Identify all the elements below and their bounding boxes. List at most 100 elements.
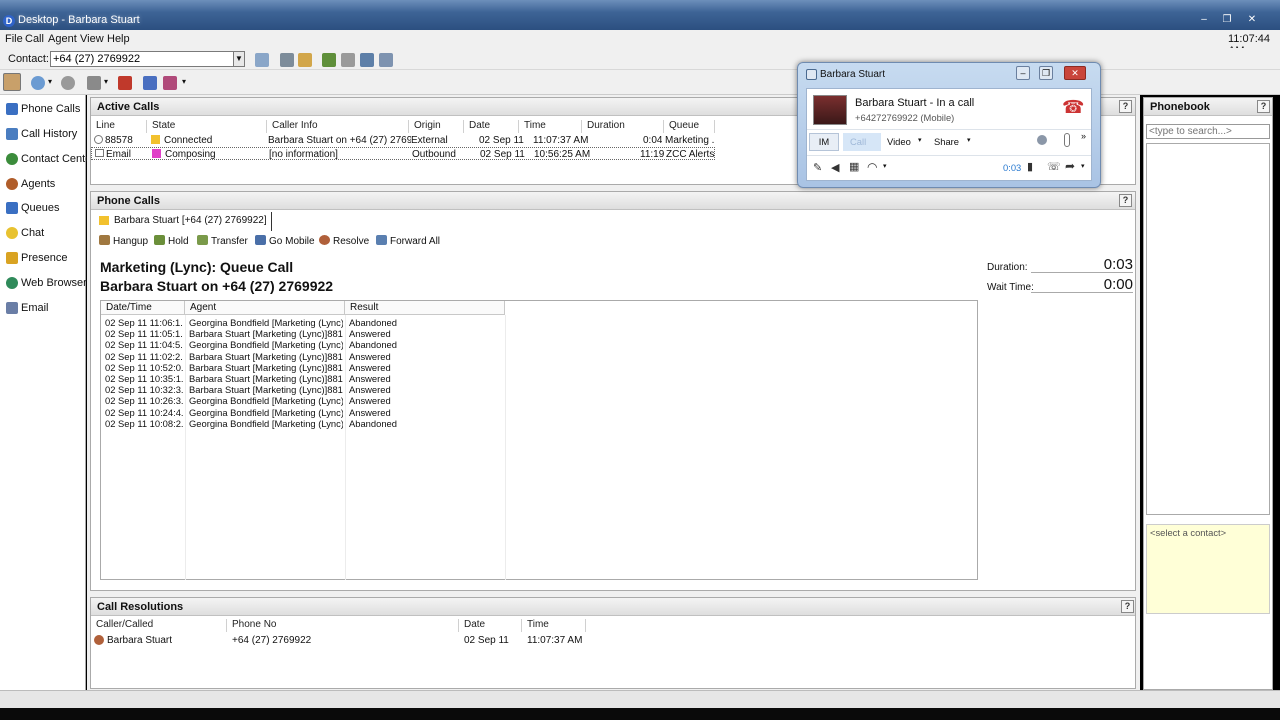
wrapup-icon[interactable] <box>61 76 75 90</box>
sidebar-item-call-history[interactable]: Call History <box>6 126 84 144</box>
contact-options-icon[interactable] <box>1037 135 1047 145</box>
column-header[interactable]: Origin <box>409 120 464 133</box>
table-row[interactable]: 02 Sep 11 11:02:2... Barbara Stuart [Mark… <box>101 351 977 362</box>
column-header[interactable]: Date <box>459 619 522 632</box>
filter-icon[interactable] <box>143 76 157 90</box>
column-header[interactable]: Result <box>345 301 505 315</box>
sidebar-item-web-browser[interactable]: Web Browser <box>6 275 87 293</box>
dial-edit-icon[interactable] <box>298 53 312 67</box>
settings-icon[interactable] <box>379 53 393 67</box>
contact-input[interactable] <box>50 51 234 67</box>
more-options-button[interactable]: » <box>1081 131 1086 141</box>
end-call-icon[interactable]: ☎ <box>1062 97 1084 118</box>
sidebar-item-presence[interactable]: Presence <box>6 250 84 268</box>
sidebar-item-queues[interactable]: Queues <box>6 200 84 218</box>
phonebook-icon[interactable] <box>255 53 269 67</box>
share-dropdown-icon[interactable]: ▾ <box>967 136 971 144</box>
status-dropdown-icon[interactable]: ▾ <box>48 77 52 86</box>
lync-tab-call[interactable]: Call <box>843 133 881 151</box>
column-header[interactable]: Queue <box>664 120 715 133</box>
phonebook-list[interactable] <box>1146 143 1270 515</box>
transfer-call-icon[interactable]: ➦ <box>1065 159 1075 173</box>
pause-icon[interactable] <box>87 76 101 90</box>
transfer-dropdown-icon[interactable]: ▾ <box>1081 162 1085 170</box>
minimize-button[interactable]: – <box>1196 13 1212 26</box>
device-dropdown-icon[interactable]: ▾ <box>883 162 887 170</box>
column-header[interactable]: State <box>147 120 267 133</box>
menu-view[interactable]: View <box>80 33 104 45</box>
video-dropdown-icon[interactable]: ▾ <box>918 136 922 144</box>
forward-all-button[interactable]: Forward All <box>376 235 440 247</box>
attach-icon[interactable] <box>1064 133 1070 147</box>
lync-tab-video[interactable]: Video <box>887 136 911 147</box>
menu-help[interactable]: Help <box>107 33 130 45</box>
chevron-down-icon[interactable]: ▼ <box>233 51 245 67</box>
table-row[interactable]: Barbara Stuart +64 (27) 2769922 02 Sep 1… <box>91 633 691 647</box>
sidebar-item-chat[interactable]: Chat <box>6 225 84 243</box>
lync-tab-share[interactable]: Share <box>934 136 959 147</box>
speaker-icon[interactable]: ◀ <box>831 161 839 174</box>
queue-login-icon[interactable] <box>163 76 177 90</box>
help-button[interactable]: ? <box>1121 600 1134 613</box>
close-button[interactable]: ✕ <box>1244 13 1260 26</box>
go-mobile-button[interactable]: Go Mobile <box>255 235 315 247</box>
column-header[interactable]: Duration <box>582 120 664 133</box>
table-row[interactable]: 02 Sep 11 10:24:4... Georgina Bondfield [… <box>101 407 977 418</box>
column-header[interactable]: Time <box>519 120 582 133</box>
sidebar-item-email[interactable]: Email <box>6 300 84 318</box>
maximize-button[interactable]: ❐ <box>1219 13 1235 26</box>
menu-file[interactable]: File <box>5 33 23 45</box>
hold-call-icon[interactable]: ☏ <box>1047 160 1061 173</box>
menu-agent[interactable]: Agent <box>48 33 77 45</box>
table-row[interactable]: 02 Sep 11 10:32:3... Barbara Stuart [Mark… <box>101 384 977 395</box>
dial-icon[interactable] <box>280 53 294 67</box>
hangup-button[interactable]: Hangup <box>99 235 148 247</box>
table-row[interactable]: 02 Sep 11 11:05:1... Barbara Stuart [Mark… <box>101 328 977 339</box>
status-icon[interactable] <box>31 76 45 90</box>
resolve-button[interactable]: Resolve <box>319 235 369 247</box>
column-header[interactable]: Line <box>91 120 147 133</box>
email-icon <box>95 149 104 157</box>
column-header[interactable]: Phone No <box>227 619 459 632</box>
table-row[interactable]: 88578 Connected Barbara Stuart on +64 (2… <box>91 134 715 147</box>
table-row[interactable]: 02 Sep 11 11:04:5... Georgina Bondfield [… <box>101 339 977 350</box>
redial-icon[interactable] <box>322 53 336 67</box>
help-button[interactable]: ? <box>1119 194 1132 207</box>
sidebar-item-agents[interactable]: Agents <box>6 176 84 194</box>
table-row[interactable]: 02 Sep 11 10:08:2... Georgina Bondfield [… <box>101 418 977 429</box>
sidebar-item-phone-calls[interactable]: Phone Calls <box>6 101 84 119</box>
notes-icon[interactable] <box>341 53 355 67</box>
sidebar-item-contact-center[interactable]: Contact Center <box>6 151 95 169</box>
lync-tab-im[interactable]: IM <box>809 133 839 151</box>
column-header[interactable]: Time <box>522 619 586 632</box>
record-icon[interactable] <box>118 76 132 90</box>
hold-button[interactable]: Hold <box>154 235 189 247</box>
column-header[interactable]: Caller Info <box>267 120 409 133</box>
lync-minimize-button[interactable]: – <box>1016 66 1030 80</box>
table-row[interactable]: 02 Sep 11 10:52:0... Barbara Stuart [Mark… <box>101 362 977 373</box>
call-tab[interactable]: Barbara Stuart [+64 (27) 2769922] <box>96 212 272 231</box>
table-row[interactable]: 02 Sep 11 11:06:1... Georgina Bondfield [… <box>101 317 977 328</box>
agent-avatar-icon[interactable] <box>3 73 21 91</box>
dialpad-icon[interactable]: ▦ <box>849 160 859 173</box>
mic-icon[interactable]: ✎ <box>813 161 822 174</box>
table-row[interactable]: 02 Sep 11 10:35:1... Barbara Stuart [Mark… <box>101 373 977 384</box>
headset-icon[interactable]: ◠ <box>867 160 877 174</box>
column-header[interactable]: Date <box>464 120 519 133</box>
origin-cell: External <box>411 135 448 146</box>
transfer-button[interactable]: Transfer <box>197 235 248 247</box>
pause-dropdown-icon[interactable]: ▾ <box>104 77 108 86</box>
transfer-icon[interactable] <box>360 53 374 67</box>
lync-close-button[interactable]: ✕ <box>1064 66 1086 80</box>
table-row[interactable]: Email Composing [no information] Outboun… <box>91 147 715 160</box>
lync-restore-button[interactable]: ❐ <box>1039 66 1053 80</box>
queue-dropdown-icon[interactable]: ▾ <box>182 77 186 86</box>
column-header[interactable]: Date/Time <box>101 301 185 315</box>
table-row[interactable]: 02 Sep 11 10:26:3... Georgina Bondfield [… <box>101 395 977 406</box>
help-button[interactable]: ? <box>1257 100 1270 113</box>
column-header[interactable]: Caller/Called <box>91 619 227 632</box>
phonebook-search-input[interactable] <box>1146 124 1270 139</box>
help-button[interactable]: ? <box>1119 100 1132 113</box>
menu-call[interactable]: Call <box>25 33 44 45</box>
column-header[interactable]: Agent <box>185 301 345 315</box>
